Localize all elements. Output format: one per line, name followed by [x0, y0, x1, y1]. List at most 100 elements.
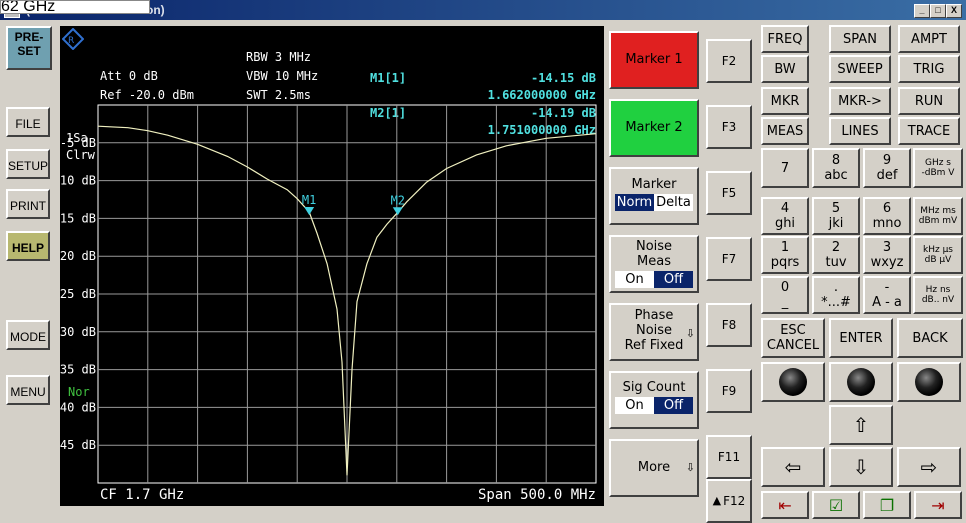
trig-key[interactable]: TRIG — [898, 55, 960, 83]
arrow-left-key[interactable]: ⇦ — [761, 447, 825, 487]
marker2-softkey[interactable]: Marker 2 — [609, 99, 699, 157]
unit-key-3-label-1: kHz µs — [923, 245, 953, 255]
digit-5-key-label-2: jki — [828, 216, 844, 231]
unit-key-4[interactable]: Hz ns dB.. nV — [913, 276, 963, 314]
y-tick-label: -5 dB — [60, 136, 96, 150]
digit-7-key[interactable]: 7 — [761, 148, 809, 188]
sig-count-softkey[interactable]: Sig Count On Off — [609, 371, 699, 429]
arrow-left-icon: ⇦ — [784, 454, 802, 479]
knob-icon — [779, 368, 807, 396]
digit-5-key[interactable]: 5 jki — [812, 197, 860, 235]
digit-0-key[interactable]: 0 _ — [761, 276, 809, 314]
arrow-right-key[interactable]: ⇨ — [897, 447, 961, 487]
mode-button[interactable]: MODE — [6, 320, 50, 350]
meas-key[interactable]: MEAS — [761, 117, 809, 145]
digit-4-key[interactable]: 4 ghi — [761, 197, 809, 235]
noise-on-option: On — [615, 271, 654, 288]
analyzer-screen: R Att 0 dB Ref -20.0 dBm RBW 3 MHz VBW 1… — [60, 26, 604, 506]
digit-4-key-label-2: ghi — [774, 216, 796, 231]
rotary-knob-icon-3[interactable] — [897, 362, 961, 402]
maximize-button[interactable]: □ — [930, 4, 946, 18]
digit-1-key[interactable]: 1 pqrs — [761, 236, 809, 274]
digit-3-key[interactable]: 3 wxyz — [863, 236, 911, 274]
skip-last-key[interactable]: ⇥ — [914, 491, 962, 519]
marker-softkey-label: Marker — [631, 177, 677, 192]
mkr-key[interactable]: MKR-> — [829, 87, 891, 115]
preset-button[interactable]: PRE- SET — [6, 26, 52, 70]
f11-key[interactable]: F11 — [706, 435, 752, 479]
digit-minus-key[interactable]: -A - a — [863, 276, 911, 314]
frequency-entry-field[interactable]: 62 GHz — [0, 0, 150, 14]
menu-button[interactable]: MENU — [6, 375, 50, 405]
close-button[interactable]: X — [946, 4, 962, 18]
marker-2-tag: M2 — [391, 193, 405, 207]
digit-2-key-label-1: 2 — [831, 240, 841, 255]
digit-6-key[interactable]: 6 mno — [863, 197, 911, 235]
freq-key[interactable]: FREQ — [761, 25, 809, 53]
triangle-up-icon: ▲ — [712, 494, 722, 507]
enter-key[interactable]: ENTER — [829, 318, 893, 358]
digit-5-key-label-1: 5 — [831, 201, 841, 216]
rotary-knob-icon-1[interactable] — [761, 362, 825, 402]
f7-key[interactable]: F7 — [706, 237, 752, 281]
unit-key-1[interactable]: GHz s -dBm V — [913, 148, 963, 188]
f2-key[interactable]: F2 — [706, 39, 752, 83]
preset-label-2: SET — [17, 44, 41, 58]
digit-minus-key-label-1: - — [884, 280, 890, 295]
span-key[interactable]: SPAN — [829, 25, 891, 53]
noise-label-1: Noise — [635, 239, 673, 254]
marker1-softkey[interactable]: Marker 1 — [609, 31, 699, 89]
copy-key[interactable]: ❐ — [863, 491, 911, 519]
marker-1-tag: M1 — [302, 193, 316, 207]
run-key[interactable]: RUN — [898, 87, 960, 115]
trace-key[interactable]: TRACE — [898, 117, 960, 145]
f9-key[interactable]: F9 — [706, 369, 752, 413]
unit-key-4-label-1: Hz ns — [925, 285, 951, 295]
y-tick-label: -15 dB — [60, 211, 96, 225]
marker-1-triangle — [304, 206, 315, 215]
knob-icon — [847, 368, 875, 396]
digit-0-key-label-2: _ — [781, 295, 789, 310]
bw-key[interactable]: BW — [761, 55, 809, 83]
noise-meas-softkey[interactable]: Noise Meas On Off — [609, 235, 699, 293]
f3-key[interactable]: F3 — [706, 105, 752, 149]
minimize-button[interactable]: _ — [914, 4, 930, 18]
digit-8-key[interactable]: 8 abc — [812, 148, 860, 188]
unit-key-3[interactable]: kHz µs dB µV — [913, 236, 963, 274]
arrow-up-key[interactable]: ⇧ — [829, 405, 893, 445]
bw-key-label-1: BW — [774, 61, 796, 77]
marker-norm-delta-softkey[interactable]: Marker Norm Delta — [609, 167, 699, 225]
digit-2-key[interactable]: 2 tuv — [812, 236, 860, 274]
digit-9-key[interactable]: 9 def — [863, 148, 911, 188]
ampt-key-label-1: AMPT — [911, 31, 947, 47]
setup-button[interactable]: SETUP — [6, 149, 50, 179]
sig-count-off-option: Off — [654, 397, 693, 414]
help-button[interactable]: HELP — [6, 231, 50, 261]
ampt-key[interactable]: AMPT — [898, 25, 960, 53]
skip-first-key[interactable]: ⇤ — [761, 491, 809, 519]
digit-7-key-label-1: 7 — [780, 160, 790, 176]
unit-key-2[interactable]: MHz ms dBm mV — [913, 197, 963, 235]
mkr-key[interactable]: MKR — [761, 87, 809, 115]
digit-3-key-label-2: wxyz — [870, 255, 904, 270]
back-key[interactable]: BACK — [897, 318, 963, 358]
sweep-key[interactable]: SWEEP — [829, 55, 891, 83]
lines-key[interactable]: LINES — [829, 117, 891, 145]
f5-key[interactable]: F5 — [706, 171, 752, 215]
digit-9-key-label-1: 9 — [882, 153, 892, 168]
checkmark-key[interactable]: ☑ — [812, 491, 860, 519]
unit-key-3-label-2: dB µV — [924, 255, 952, 265]
more-softkey[interactable]: More ⇩ — [609, 439, 699, 497]
esc-cancel-key[interactable]: ESC CANCEL — [761, 318, 825, 358]
noise-label-2: Meas — [637, 254, 671, 269]
f12-key[interactable]: ▲ F12 — [706, 479, 752, 523]
digit-dot-key[interactable]: . *...# — [812, 276, 860, 314]
digit-6-key-label-2: mno — [872, 216, 902, 231]
print-button[interactable]: PRINT — [6, 189, 50, 219]
phase-noise-softkey[interactable]: Phase Noise Ref Fixed ⇩ — [609, 303, 699, 361]
rotary-knob-icon-2[interactable] — [829, 362, 893, 402]
f8-key[interactable]: F8 — [706, 303, 752, 347]
arrow-down-key[interactable]: ⇩ — [829, 447, 893, 487]
esc-cancel-key-label-1: ESC — [780, 323, 806, 338]
file-button[interactable]: FILE — [6, 107, 50, 137]
